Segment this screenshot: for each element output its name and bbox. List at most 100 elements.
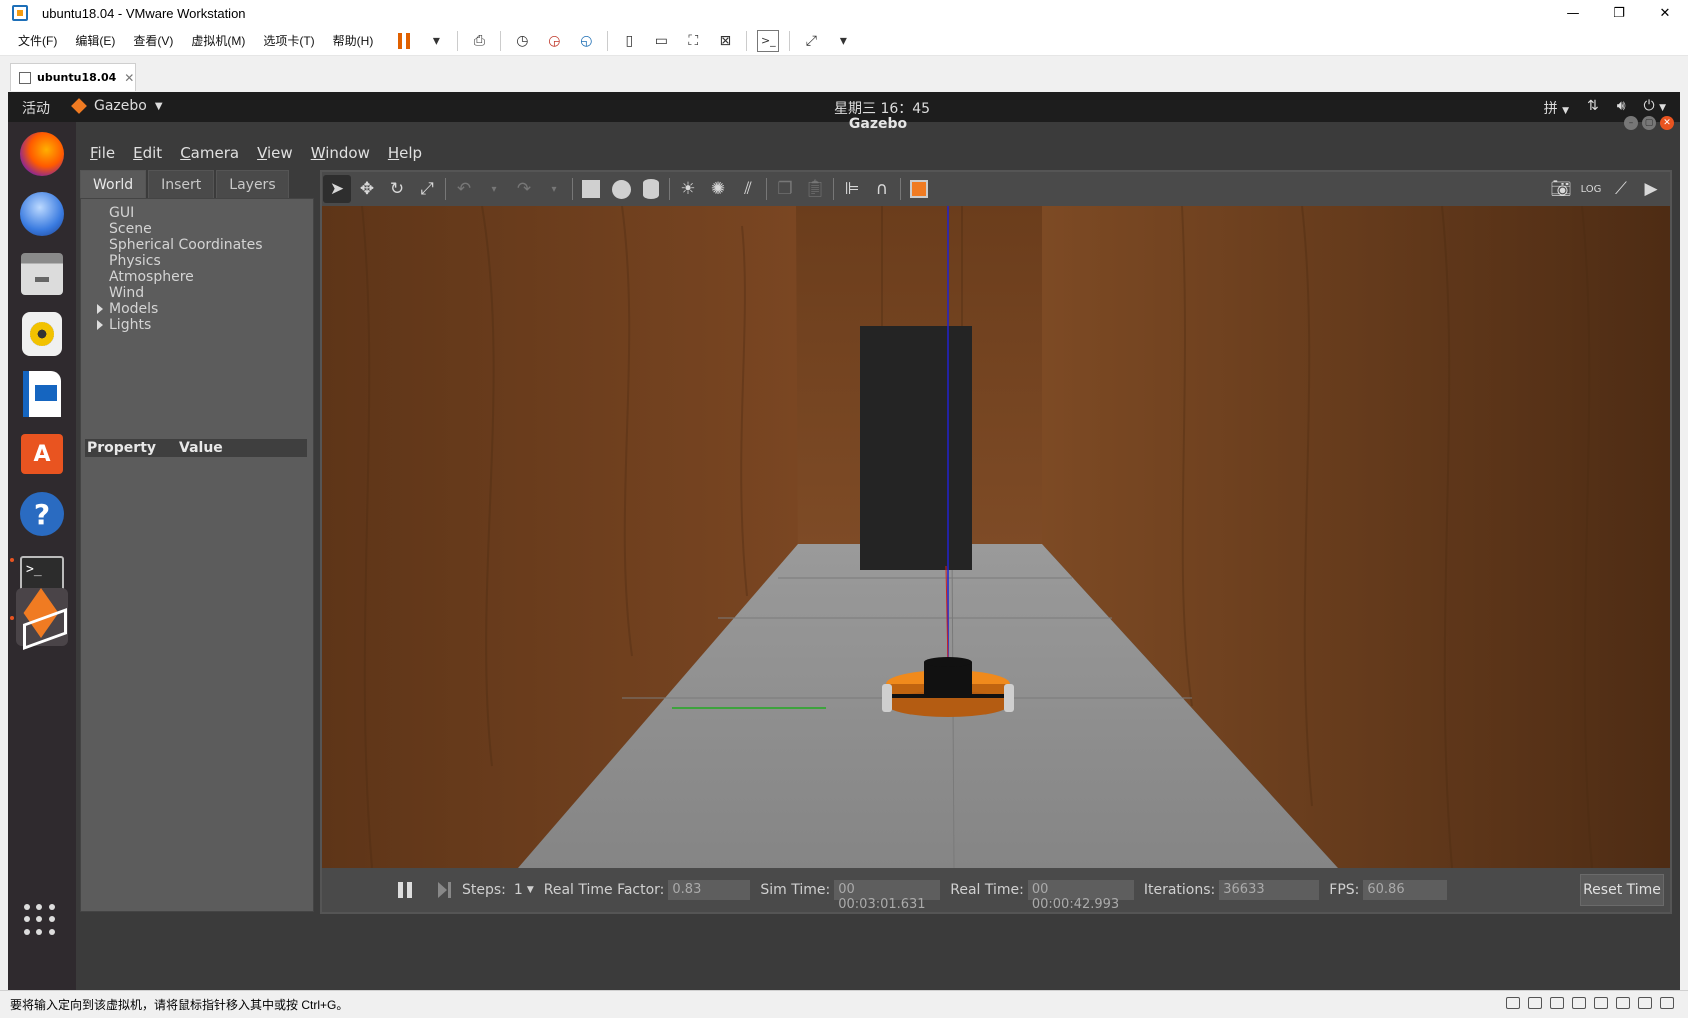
- menu-view[interactable]: 查看(V): [133, 32, 173, 49]
- chevron-down-icon[interactable]: ▼: [527, 885, 534, 895]
- maximize-icon[interactable]: ▢: [1642, 116, 1656, 130]
- video-record-icon[interactable]: ▶: [1637, 175, 1665, 203]
- network-adapter-icon[interactable]: [1550, 997, 1564, 1009]
- spot-light-icon[interactable]: ✺: [704, 175, 732, 203]
- snapshot-manager-icon[interactable]: ◵: [575, 30, 597, 52]
- log-icon[interactable]: LOG: [1577, 175, 1605, 203]
- undo-dropdown-icon[interactable]: ▾: [480, 175, 508, 203]
- close-icon[interactable]: ✕: [1660, 116, 1674, 130]
- property-column-header[interactable]: Property: [85, 440, 179, 456]
- sound-icon[interactable]: [1594, 997, 1608, 1009]
- tree-item-atmosphere[interactable]: Atmosphere: [109, 269, 194, 285]
- rotate-icon[interactable]: ↻: [383, 175, 411, 203]
- steps-spinbox[interactable]: 1: [514, 882, 523, 898]
- reset-time-button[interactable]: Reset Time: [1580, 874, 1664, 906]
- guest-screen[interactable]: 活动 Gazebo ▼ 星期三 16：45 拼 ▼ ⇅ 🔊︎ ⏻ ▼ A ? >…: [8, 92, 1680, 990]
- display-icon[interactable]: [1638, 997, 1652, 1009]
- snap-icon[interactable]: ∩: [868, 175, 896, 203]
- send-ctrl-alt-del-icon[interactable]: ⎙: [468, 30, 490, 52]
- dock-rhythmbox[interactable]: [16, 308, 68, 360]
- menu-file[interactable]: File: [90, 144, 115, 162]
- align-icon[interactable]: ⊫: [838, 175, 866, 203]
- tree-item-models[interactable]: Models: [97, 301, 158, 317]
- tree-item-spherical-coordinates[interactable]: Spherical Coordinates: [109, 237, 263, 253]
- undo-icon[interactable]: ↶: [450, 175, 478, 203]
- fullscreen-icon[interactable]: ⛶: [682, 30, 704, 52]
- menu-edit[interactable]: 编辑(E): [75, 32, 115, 49]
- tab-ubuntu1804[interactable]: ubuntu18.04 ✕: [10, 63, 136, 91]
- select-arrow-icon[interactable]: ➤: [323, 175, 351, 203]
- revert-snapshot-icon[interactable]: ◶: [543, 30, 565, 52]
- expand-arrow-icon[interactable]: [97, 304, 103, 314]
- minimize-button[interactable]: —: [1550, 0, 1596, 26]
- paste-icon[interactable]: 📋︎: [801, 175, 829, 203]
- volume-icon[interactable]: 🔊︎: [1617, 98, 1626, 118]
- menu-help[interactable]: 帮助(H): [333, 32, 374, 49]
- activities-button[interactable]: 活动: [22, 98, 50, 118]
- tree-item-lights[interactable]: Lights: [97, 317, 151, 333]
- redo-icon[interactable]: ↷: [510, 175, 538, 203]
- tree-item-physics[interactable]: Physics: [109, 253, 161, 269]
- library-view-icon[interactable]: ▯: [618, 30, 640, 52]
- dock-thunderbird[interactable]: [16, 188, 68, 240]
- box-icon[interactable]: [577, 175, 605, 203]
- stretch-guest-icon[interactable]: ⤢: [800, 30, 822, 52]
- menu-file[interactable]: 文件(F): [18, 32, 57, 49]
- screenshot-icon[interactable]: 📷︎: [1547, 175, 1575, 203]
- plot-icon[interactable]: ⟋: [1607, 175, 1635, 203]
- menu-edit[interactable]: Edit: [133, 144, 162, 162]
- unity-icon[interactable]: ⊠: [714, 30, 736, 52]
- dock-files[interactable]: [16, 248, 68, 300]
- minimize-icon[interactable]: –: [1624, 116, 1638, 130]
- redo-dropdown-icon[interactable]: ▾: [540, 175, 568, 203]
- cylinder-icon[interactable]: [637, 175, 665, 203]
- show-applications-icon[interactable]: [24, 904, 56, 936]
- network-icon[interactable]: ⇅: [1587, 98, 1599, 118]
- pause-icon[interactable]: [398, 882, 412, 898]
- clock[interactable]: 星期三 16：45: [834, 98, 930, 118]
- menu-view[interactable]: View: [257, 144, 293, 162]
- tab-layers[interactable]: Layers: [216, 170, 289, 198]
- dock-writer[interactable]: [16, 368, 68, 420]
- menu-window[interactable]: Window: [311, 144, 370, 162]
- dock-gazebo[interactable]: [16, 588, 68, 646]
- thumbnail-bar-icon[interactable]: ▭: [650, 30, 672, 52]
- point-light-icon[interactable]: ☀: [674, 175, 702, 203]
- usb-icon[interactable]: [1572, 997, 1586, 1009]
- 3d-viewport[interactable]: [322, 206, 1670, 868]
- message-log-icon[interactable]: [1660, 997, 1674, 1009]
- tree-item-wind[interactable]: Wind: [109, 285, 144, 301]
- suspend-button[interactable]: [393, 30, 415, 52]
- app-menu[interactable]: Gazebo ▼: [71, 98, 163, 114]
- view-angle-icon[interactable]: [905, 175, 933, 203]
- tab-world[interactable]: World: [80, 170, 147, 198]
- power-icon[interactable]: ⏻ ▼: [1644, 98, 1666, 118]
- tree-item-gui[interactable]: GUI: [109, 205, 134, 221]
- dock-software[interactable]: A: [16, 428, 68, 480]
- translate-icon[interactable]: ✥: [353, 175, 381, 203]
- menu-tabs[interactable]: 选项卡(T): [263, 32, 314, 49]
- sphere-icon[interactable]: [607, 175, 635, 203]
- menu-vm[interactable]: 虚拟机(M): [191, 32, 245, 49]
- input-method-indicator[interactable]: 拼 ▼: [1544, 98, 1569, 118]
- power-dropdown-icon[interactable]: ▾: [425, 30, 447, 52]
- close-button[interactable]: ✕: [1642, 0, 1688, 26]
- printer-icon[interactable]: [1616, 997, 1630, 1009]
- copy-icon[interactable]: ❐: [771, 175, 799, 203]
- tree-item-scene[interactable]: Scene: [109, 221, 152, 237]
- directional-light-icon[interactable]: ⫽: [734, 175, 762, 203]
- snapshot-icon[interactable]: ◷: [511, 30, 533, 52]
- tab-insert[interactable]: Insert: [148, 170, 215, 198]
- maximize-button[interactable]: ❐: [1596, 0, 1642, 26]
- stretch-dropdown-icon[interactable]: ▾: [832, 30, 854, 52]
- dock-help[interactable]: ?: [16, 488, 68, 540]
- hard-disk-icon[interactable]: [1506, 997, 1520, 1009]
- close-tab-icon[interactable]: ✕: [124, 71, 134, 85]
- console-view-icon[interactable]: >_: [757, 29, 780, 52]
- cdrom-icon[interactable]: [1528, 997, 1542, 1009]
- scale-icon[interactable]: ⤢: [413, 175, 441, 203]
- value-column-header[interactable]: Value: [179, 440, 223, 456]
- menu-camera[interactable]: Camera: [180, 144, 239, 162]
- menu-help[interactable]: Help: [388, 144, 422, 162]
- step-icon[interactable]: [438, 882, 452, 898]
